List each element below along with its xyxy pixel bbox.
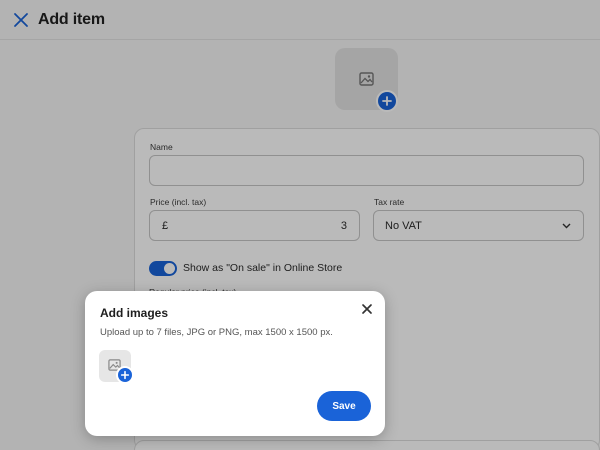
save-button[interactable]: Save bbox=[317, 391, 371, 421]
add-image-button[interactable] bbox=[116, 366, 134, 384]
add-image-slot[interactable] bbox=[99, 350, 134, 384]
plus-icon bbox=[120, 370, 130, 380]
dialog-title: Add images bbox=[100, 306, 169, 320]
add-images-dialog: Add images Upload up to 7 files, JPG or … bbox=[85, 291, 385, 436]
dialog-description: Upload up to 7 files, JPG or PNG, max 15… bbox=[100, 327, 333, 338]
close-icon[interactable] bbox=[360, 302, 374, 316]
